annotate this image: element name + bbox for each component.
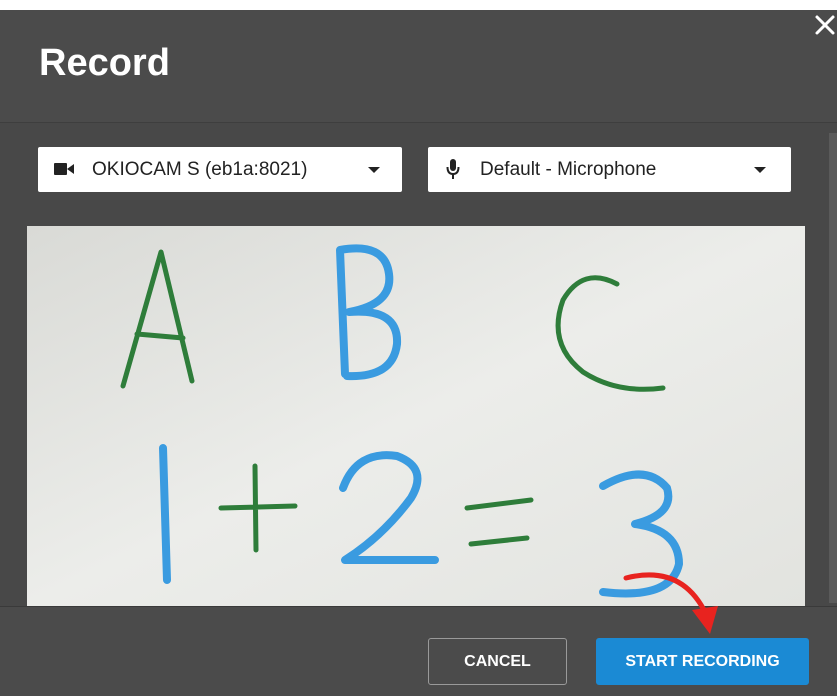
- scrollbar[interactable]: [829, 133, 837, 603]
- dialog-body: OKIOCAM S (eb1a:8021) Default - Micropho…: [0, 123, 837, 606]
- camera-select-value: OKIOCAM S (eb1a:8021): [92, 159, 308, 180]
- cancel-button[interactable]: CANCEL: [428, 638, 567, 685]
- microphone-select[interactable]: Default - Microphone: [428, 147, 791, 192]
- microphone-icon: [446, 158, 460, 185]
- close-icon[interactable]: [812, 12, 837, 38]
- chevron-down-icon: [368, 167, 380, 173]
- dialog-footer: CANCEL START RECORDING: [0, 606, 837, 696]
- dialog-title: Record: [39, 42, 170, 84]
- microphone-select-value: Default - Microphone: [480, 159, 657, 180]
- camera-preview: [27, 226, 805, 606]
- record-dialog: Record OKIOCAM S (eb1a:8021) Default - M…: [0, 10, 837, 696]
- chevron-down-icon: [754, 167, 766, 173]
- start-recording-button[interactable]: START RECORDING: [596, 638, 809, 685]
- video-camera-icon: [54, 161, 76, 182]
- camera-select[interactable]: OKIOCAM S (eb1a:8021): [38, 147, 402, 192]
- dialog-header: Record: [0, 10, 837, 123]
